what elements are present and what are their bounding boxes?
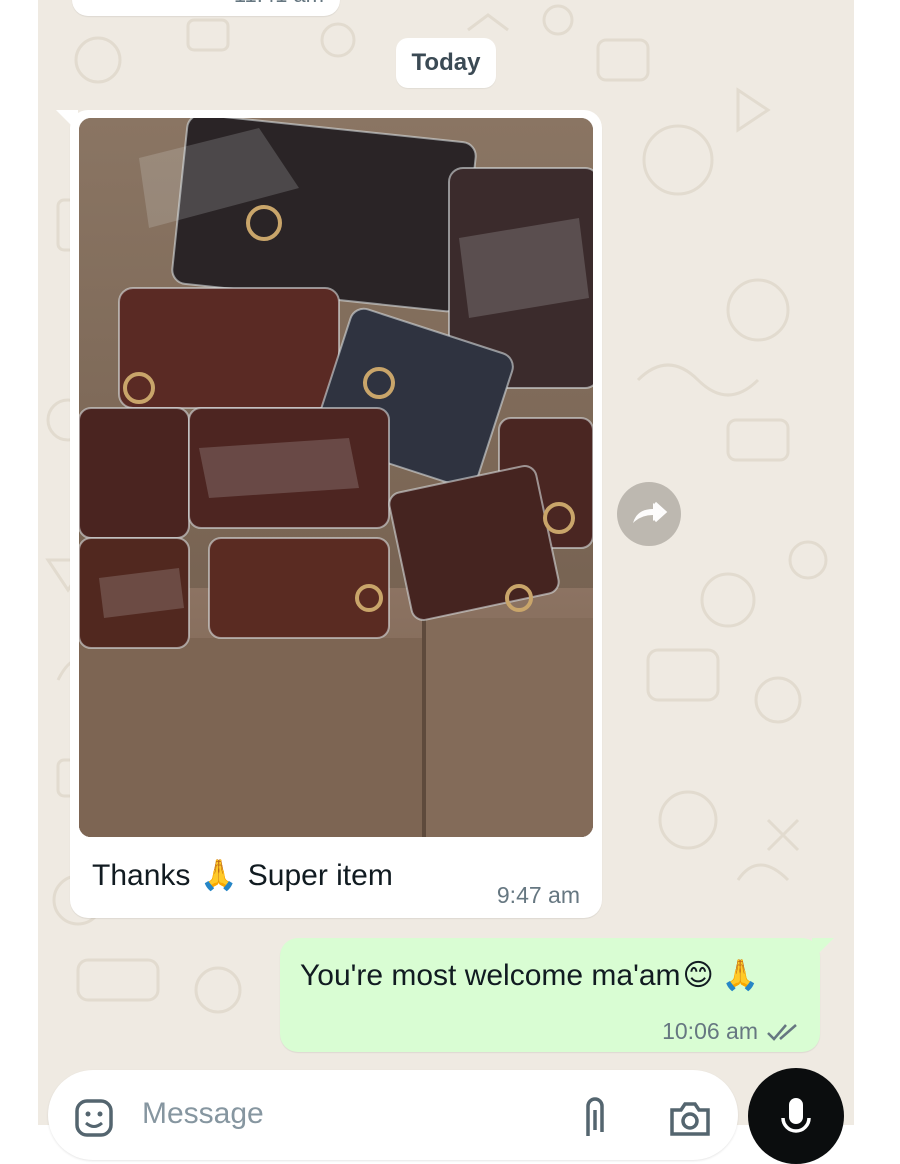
date-separator: Today [396, 38, 496, 88]
mic-icon [781, 1098, 811, 1133]
incoming-message-time: 9:47 am [496, 882, 580, 908]
bubble-tail [56, 110, 78, 132]
outgoing-message-bubble[interactable]: You're most welcome ma'am 😊 🙏 10:06 am [280, 938, 834, 1052]
mic-button[interactable] [748, 1068, 844, 1164]
outgoing-message-meta: 10:06 am [662, 1018, 800, 1045]
caption-text-1: Thanks [92, 858, 191, 892]
pray-emoji: 🙏 [721, 959, 760, 992]
smile-emoji: 😊 [682, 959, 714, 992]
photo-image[interactable] [79, 118, 593, 837]
previous-message-time: 11:41 am [234, 0, 324, 8]
outgoing-message-text: You're most welcome ma'am 😊 🙏 [300, 958, 759, 993]
caption-text-2: Super item [247, 858, 393, 892]
double-check-icon [767, 1023, 797, 1041]
incoming-message-bubble[interactable]: Thanks 🙏 Super item 9:47 am [56, 110, 602, 918]
forward-icon [633, 501, 668, 523]
sticker-icon[interactable] [74, 1098, 114, 1138]
forward-button[interactable] [617, 482, 681, 546]
message-caption: Thanks 🙏 Super item [92, 858, 393, 893]
outgoing-message-time: 10:06 am [662, 1018, 758, 1044]
previous-message-bubble[interactable]: 11:41 am [72, 0, 340, 16]
paperclip-icon[interactable] [580, 1096, 610, 1140]
message-composer [48, 1070, 738, 1160]
bubble-tail [812, 938, 834, 960]
camera-icon[interactable] [668, 1098, 712, 1138]
outgoing-text: You're most welcome ma'am [300, 958, 681, 992]
message-input[interactable] [140, 1096, 544, 1132]
pray-emoji: 🙏 [200, 859, 238, 892]
